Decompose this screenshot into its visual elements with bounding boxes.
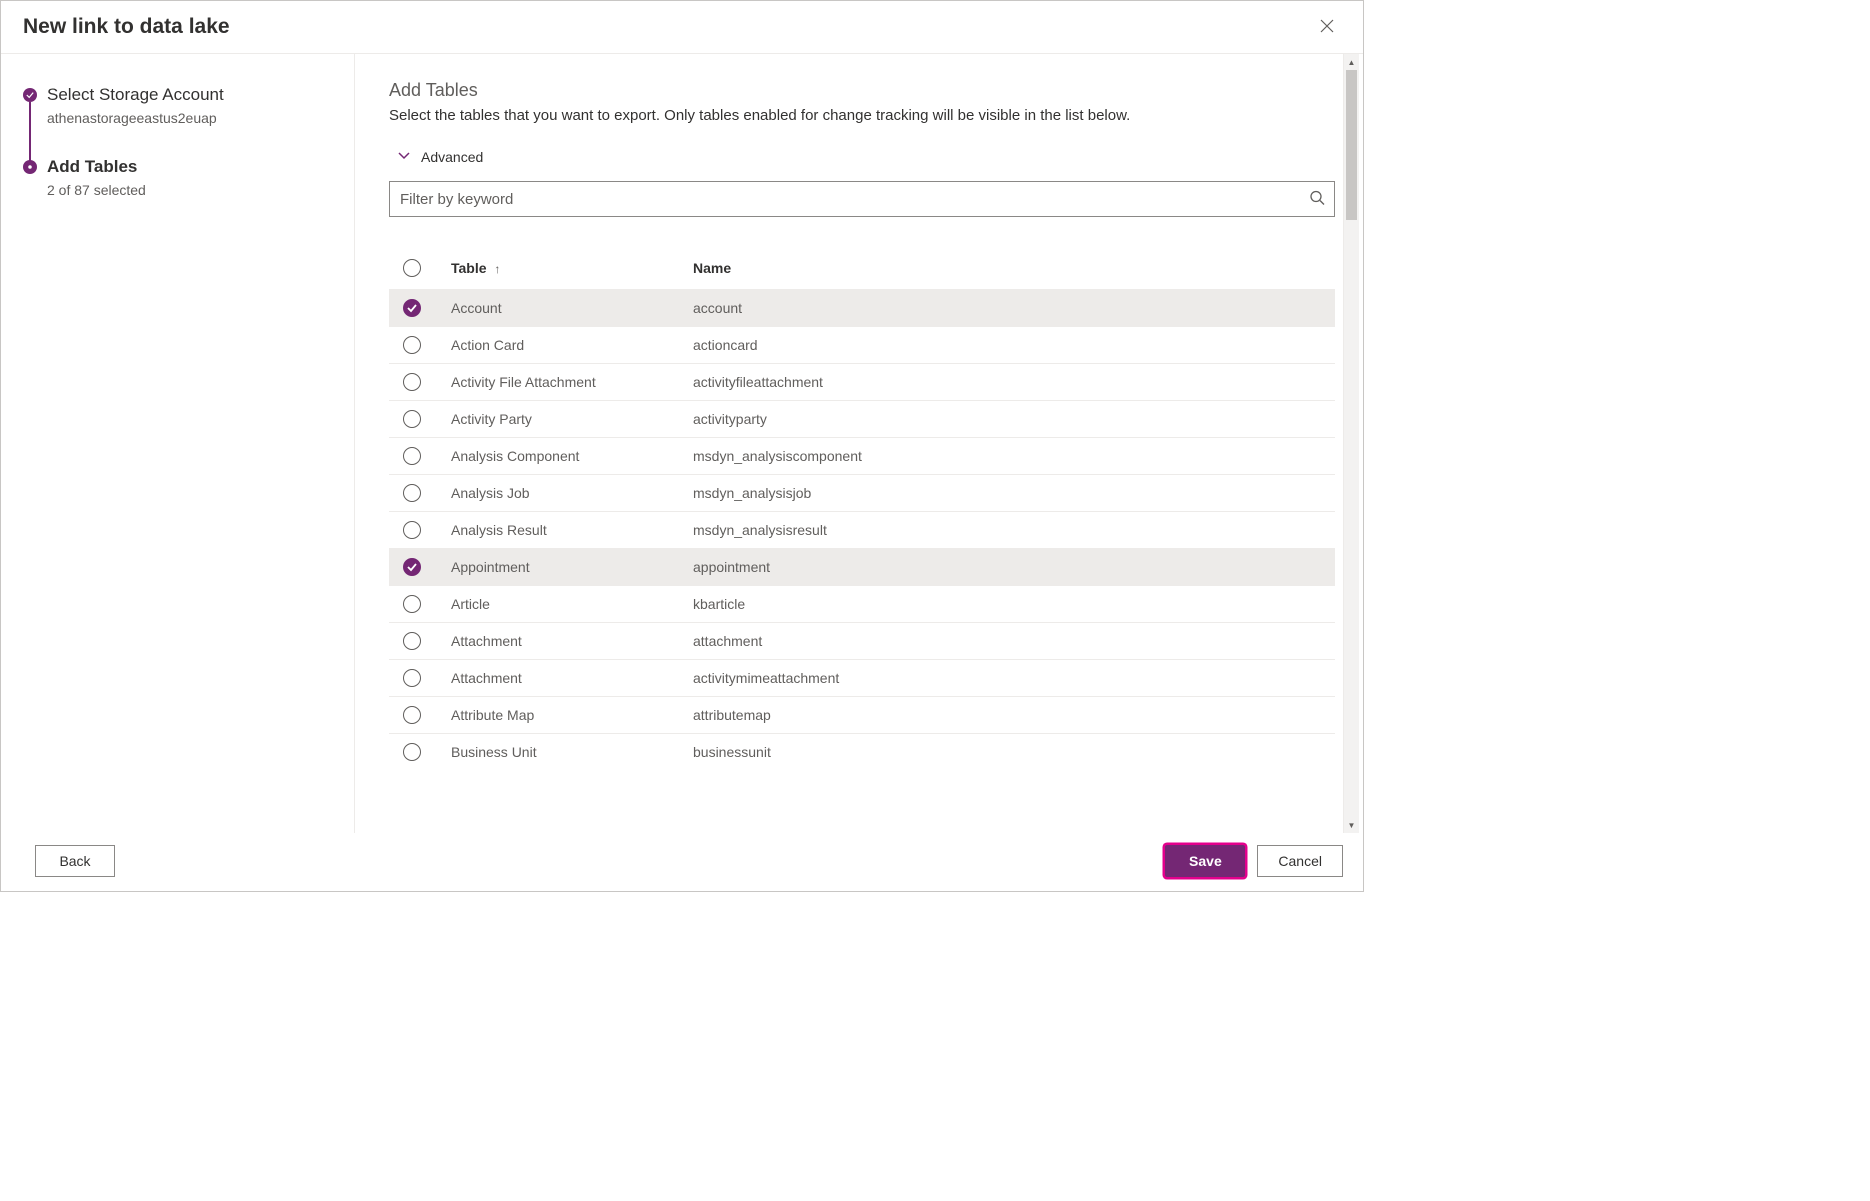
step2-title: Add Tables <box>47 156 334 178</box>
filter-field <box>389 181 1335 217</box>
row-checkbox[interactable] <box>403 299 421 317</box>
row-table-display: Business Unit <box>451 744 693 760</box>
step-completed-icon <box>23 88 37 102</box>
row-checkbox[interactable] <box>403 410 421 428</box>
select-all-checkbox[interactable] <box>403 259 421 277</box>
dialog-footer: Back Save Cancel <box>1 833 1363 891</box>
step-current-icon <box>23 160 37 174</box>
row-table-name: msdyn_analysiscomponent <box>693 448 1335 464</box>
section-heading: Add Tables <box>389 80 1335 101</box>
main-pane: Add Tables Select the tables that you wa… <box>355 54 1363 833</box>
save-button[interactable]: Save <box>1165 845 1245 877</box>
row-table-name: attachment <box>693 633 1335 649</box>
row-table-name: activityfileattachment <box>693 374 1335 390</box>
table-header-row: Table ↑ Name <box>389 247 1335 289</box>
row-checkbox[interactable] <box>403 743 421 761</box>
search-icon <box>1309 190 1325 209</box>
table-header-name[interactable]: Name <box>693 260 1335 276</box>
advanced-label: Advanced <box>421 149 483 165</box>
row-checkbox[interactable] <box>403 336 421 354</box>
dialog-new-link-data-lake: New link to data lake Select Storage Acc… <box>0 0 1364 892</box>
table-row[interactable]: Activity Partyactivityparty <box>389 400 1335 437</box>
table-row[interactable]: Analysis Jobmsdyn_analysisjob <box>389 474 1335 511</box>
advanced-toggle[interactable]: Advanced <box>389 148 1335 165</box>
row-table-display: Activity Party <box>451 411 693 427</box>
step1-subtitle: athenastorageeastus2euap <box>47 108 334 128</box>
table-row[interactable]: Articlekbarticle <box>389 585 1335 622</box>
row-table-display: Attachment <box>451 633 693 649</box>
row-table-display: Analysis Component <box>451 448 693 464</box>
row-checkbox[interactable] <box>403 669 421 687</box>
row-table-name: msdyn_analysisresult <box>693 522 1335 538</box>
table-row[interactable]: Action Cardactioncard <box>389 326 1335 363</box>
row-table-name: account <box>693 300 1335 316</box>
table-row[interactable]: Attachmentattachment <box>389 622 1335 659</box>
row-table-display: Account <box>451 300 693 316</box>
row-checkbox[interactable] <box>403 595 421 613</box>
step-select-storage-account[interactable]: Select Storage Account athenastorageeast… <box>23 84 334 156</box>
row-table-name: activitymimeattachment <box>693 670 1335 686</box>
row-table-name: attributemap <box>693 707 1335 723</box>
row-checkbox[interactable] <box>403 447 421 465</box>
scroll-thumb[interactable] <box>1346 70 1357 220</box>
row-table-name: businessunit <box>693 744 1335 760</box>
row-table-display: Attachment <box>451 670 693 686</box>
row-checkbox[interactable] <box>403 521 421 539</box>
row-table-name: actioncard <box>693 337 1335 353</box>
step1-title: Select Storage Account <box>47 84 334 106</box>
close-icon <box>1320 19 1334 36</box>
dialog-body: Select Storage Account athenastorageeast… <box>1 54 1363 833</box>
row-table-display: Analysis Job <box>451 485 693 501</box>
row-checkbox[interactable] <box>403 632 421 650</box>
table-row[interactable]: Business Unitbusinessunit <box>389 733 1335 770</box>
row-table-display: Attribute Map <box>451 707 693 723</box>
row-checkbox[interactable] <box>403 558 421 576</box>
table-row[interactable]: Analysis Componentmsdyn_analysiscomponen… <box>389 437 1335 474</box>
table-row[interactable]: Attribute Mapattributemap <box>389 696 1335 733</box>
table-col-label: Table <box>451 260 487 276</box>
filter-input[interactable] <box>389 181 1335 217</box>
table-header-table[interactable]: Table ↑ <box>451 260 693 276</box>
scroll-down-arrow-icon[interactable]: ▼ <box>1344 817 1359 833</box>
cancel-button[interactable]: Cancel <box>1257 845 1343 877</box>
close-button[interactable] <box>1311 11 1343 43</box>
row-table-name: msdyn_analysisjob <box>693 485 1335 501</box>
section-description: Select the tables that you want to expor… <box>389 107 1335 124</box>
table-row[interactable]: Activity File Attachmentactivityfileatta… <box>389 363 1335 400</box>
main-scroll-area[interactable]: Add Tables Select the tables that you wa… <box>389 80 1363 833</box>
table-row[interactable]: Attachmentactivitymimeattachment <box>389 659 1335 696</box>
row-table-display: Activity File Attachment <box>451 374 693 390</box>
row-table-display: Article <box>451 596 693 612</box>
row-table-display: Analysis Result <box>451 522 693 538</box>
stepper-sidebar: Select Storage Account athenastorageeast… <box>1 54 355 833</box>
dialog-header: New link to data lake <box>1 1 1363 54</box>
vertical-scrollbar[interactable]: ▲ ▼ <box>1343 54 1359 833</box>
table-row[interactable]: Accountaccount <box>389 289 1335 326</box>
table-row[interactable]: Appointmentappointment <box>389 548 1335 585</box>
table-row[interactable]: Analysis Resultmsdyn_analysisresult <box>389 511 1335 548</box>
row-checkbox[interactable] <box>403 373 421 391</box>
chevron-down-icon <box>397 148 411 165</box>
back-button[interactable]: Back <box>35 845 115 877</box>
step-add-tables[interactable]: Add Tables 2 of 87 selected <box>23 156 334 200</box>
row-checkbox[interactable] <box>403 706 421 724</box>
row-table-name: activityparty <box>693 411 1335 427</box>
row-checkbox[interactable] <box>403 484 421 502</box>
tables-list: Table ↑ Name AccountaccountAction Cardac… <box>389 247 1335 770</box>
dialog-title: New link to data lake <box>23 15 230 39</box>
row-table-name: kbarticle <box>693 596 1335 612</box>
sort-ascending-icon: ↑ <box>494 262 500 276</box>
step2-subtitle: 2 of 87 selected <box>47 180 334 200</box>
scroll-up-arrow-icon[interactable]: ▲ <box>1344 54 1359 70</box>
row-table-display: Appointment <box>451 559 693 575</box>
row-table-display: Action Card <box>451 337 693 353</box>
row-table-name: appointment <box>693 559 1335 575</box>
